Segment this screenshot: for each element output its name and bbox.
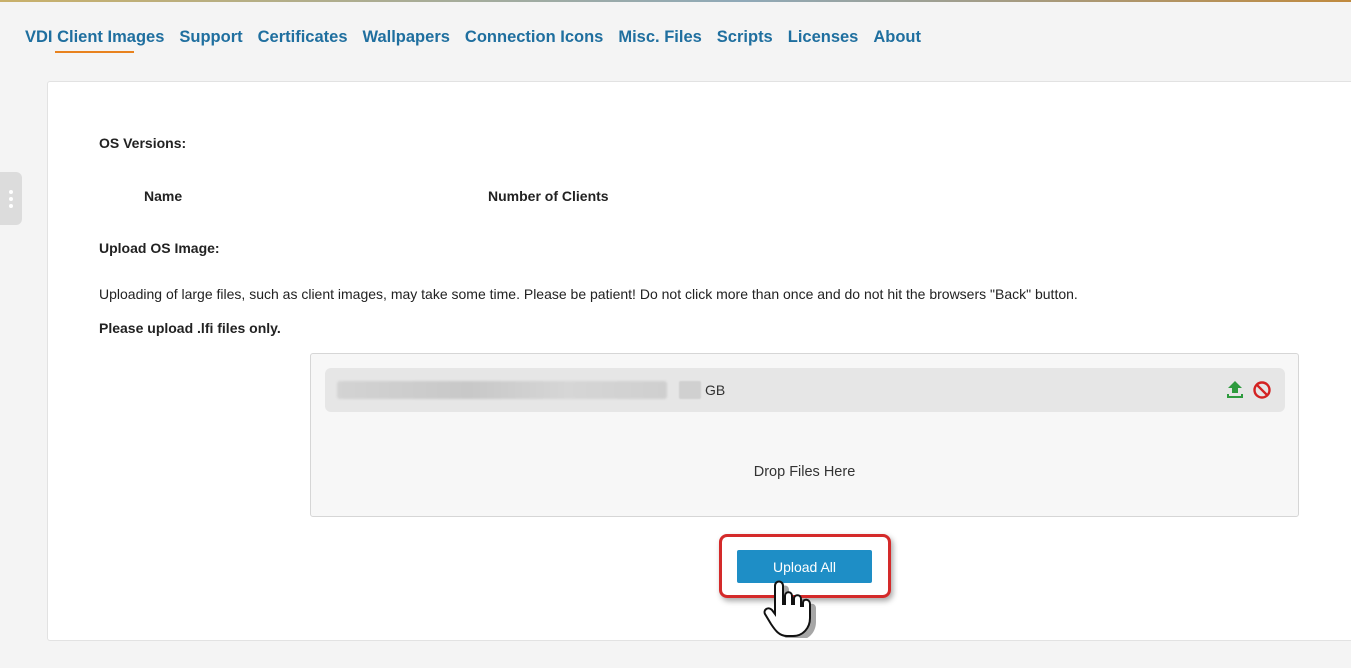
tab-about[interactable]: About: [873, 27, 921, 57]
tab-support[interactable]: Support: [179, 27, 242, 57]
tab-licenses[interactable]: Licenses: [788, 27, 859, 57]
file-dropzone[interactable]: GB Drop Files Here: [310, 353, 1299, 517]
column-header-number-of-clients: Number of Clients: [488, 188, 609, 204]
upload-icon[interactable]: [1225, 380, 1245, 400]
top-navigation: VDI Client Images Support Certificates W…: [25, 27, 936, 57]
tab-certificates[interactable]: Certificates: [258, 27, 348, 57]
column-header-name: Name: [144, 188, 183, 204]
tab-vdi-client-images[interactable]: VDI Client Images: [25, 27, 164, 57]
tab-wallpapers[interactable]: Wallpapers: [363, 27, 450, 57]
drag-handle-icon[interactable]: [0, 172, 22, 225]
file-size-unit: GB: [705, 382, 726, 398]
tab-scripts[interactable]: Scripts: [717, 27, 773, 57]
top-accent-bar: [0, 0, 1351, 2]
upload-notice: Uploading of large files, such as client…: [99, 286, 1078, 302]
file-size-redacted: [679, 381, 701, 399]
file-type-note: Please upload .lfi files only.: [99, 320, 281, 336]
upload-os-image-heading: Upload OS Image:: [99, 240, 220, 256]
drop-files-text: Drop Files Here: [753, 464, 856, 480]
tab-connection-icons[interactable]: Connection Icons: [465, 27, 603, 57]
queued-file-row: GB: [325, 368, 1285, 412]
os-versions-heading: OS Versions:: [99, 135, 187, 151]
cancel-icon[interactable]: [1252, 380, 1272, 400]
content-panel: OS Versions: Name Number of Clients Uplo…: [47, 81, 1351, 641]
upload-all-button[interactable]: Upload All: [737, 550, 872, 583]
tab-misc-files[interactable]: Misc. Files: [618, 27, 701, 57]
file-name-redacted: [337, 381, 667, 399]
